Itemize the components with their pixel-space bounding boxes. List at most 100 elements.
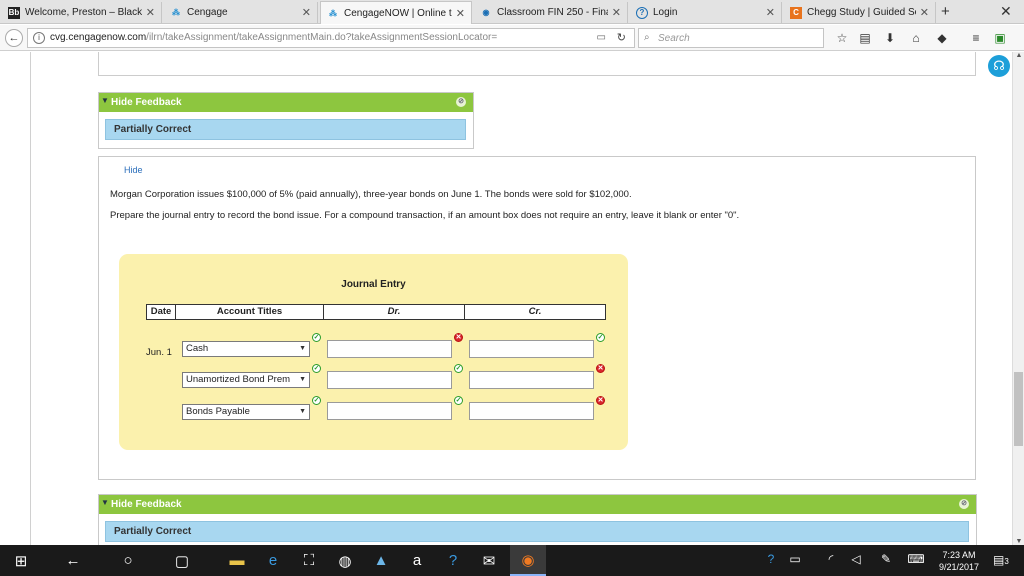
header-debit: Dr. bbox=[323, 304, 465, 320]
caret-down-icon: ▼ bbox=[101, 96, 109, 105]
incorrect-x-icon: ✕ bbox=[454, 333, 463, 342]
notification-center-icon[interactable]: ▤3 bbox=[993, 553, 1009, 567]
credit-input-row-2[interactable] bbox=[469, 371, 594, 389]
journal-entry-panel: Journal Entry Date Account Titles Dr. Cr… bbox=[119, 254, 628, 450]
debit-input-row-2[interactable] bbox=[327, 371, 452, 389]
store-icon[interactable]: ⛶ bbox=[298, 552, 320, 569]
scroll-down-icon[interactable]: ▼ bbox=[1013, 538, 1024, 545]
tab-cengage[interactable]: ⁂ Cengage ✕ bbox=[164, 2, 318, 23]
windows-start-icon[interactable]: ⊞ bbox=[10, 552, 32, 570]
close-icon[interactable]: ✕ bbox=[612, 6, 621, 19]
tab-blackboard[interactable]: Bb Welcome, Preston – Blackb ✕ bbox=[2, 2, 162, 23]
tab-login[interactable]: ? Login ✕ bbox=[630, 2, 782, 23]
reload-icon[interactable]: ↻ bbox=[617, 31, 626, 44]
mail-icon[interactable]: ✉ bbox=[478, 552, 500, 570]
caret-down-icon: ▼ bbox=[101, 498, 109, 507]
search-box[interactable]: ⌕ Search bbox=[638, 28, 824, 48]
debit-input-row-1[interactable] bbox=[327, 340, 452, 358]
back-arrow-icon[interactable]: ← bbox=[62, 552, 84, 569]
url-domain: cvg.cengagenow.com bbox=[50, 32, 147, 43]
feedback-status-label: Partially Correct bbox=[114, 526, 192, 537]
vertical-scrollbar[interactable]: ▲ ▼ bbox=[1012, 52, 1024, 545]
correct-check-icon: ✓ bbox=[454, 396, 463, 405]
photos-icon[interactable]: ▲ bbox=[370, 552, 392, 569]
tab-title: Classroom FIN 250 - Financ bbox=[497, 7, 608, 18]
scroll-up-icon[interactable]: ▲ bbox=[1013, 52, 1024, 59]
extension-icon[interactable]: ▣ bbox=[992, 31, 1008, 45]
close-icon[interactable]: ✕ bbox=[920, 6, 929, 19]
address-bar[interactable]: i cvg.cengagenow.com/ilrn/takeAssignment… bbox=[27, 28, 635, 48]
tab-classroom[interactable]: ◉ Classroom FIN 250 - Financ ✕ bbox=[474, 2, 628, 23]
search-placeholder: Search bbox=[658, 33, 690, 44]
search-icon: ⌕ bbox=[644, 32, 650, 43]
correct-check-icon: ✓ bbox=[454, 364, 463, 373]
question-box: Hide Morgan Corporation issues $100,000 … bbox=[98, 156, 976, 480]
header-date: Date bbox=[146, 304, 176, 320]
credit-input-row-1[interactable] bbox=[469, 340, 594, 358]
system-clock[interactable]: 7:23 AM 9/21/2017 bbox=[934, 549, 984, 573]
windows-taskbar: ⊞ ← ○ ▢ ▬ e ⛶ ◍ ▲ a ? ✉ ◉ ? ▭ ◜ ◁ ✎ ⌨ 7:… bbox=[0, 545, 1024, 576]
page-border bbox=[30, 52, 31, 545]
tab-chegg[interactable]: C Chegg Study | Guided Solut ✕ bbox=[784, 2, 936, 23]
feedback-status: Partially Correct bbox=[105, 119, 466, 140]
tab-title: Welcome, Preston – Blackb bbox=[25, 7, 142, 18]
feedback-header-label: Hide Feedback bbox=[111, 499, 182, 510]
tray-help-icon[interactable]: ? bbox=[760, 552, 782, 566]
classroom-icon: ◉ bbox=[482, 8, 490, 17]
close-icon[interactable]: ✕ bbox=[766, 6, 775, 19]
close-icon[interactable]: ✕ bbox=[456, 7, 465, 20]
firefox-icon[interactable]: ◉ bbox=[510, 545, 546, 576]
volume-icon[interactable]: ◁ bbox=[845, 552, 867, 566]
pocket-icon[interactable]: ◆ bbox=[934, 31, 950, 45]
task-view-icon[interactable]: ▢ bbox=[171, 552, 193, 570]
window-close-button[interactable]: ✕ bbox=[1000, 3, 1012, 20]
bookmark-star-icon[interactable]: ☆ bbox=[834, 31, 850, 45]
account-select-cash[interactable]: Cash ▼ bbox=[182, 341, 310, 357]
home-icon[interactable]: ⌂ bbox=[908, 31, 924, 45]
notification-count: 3 bbox=[1004, 557, 1009, 566]
debit-input-row-3[interactable] bbox=[327, 402, 452, 420]
hide-feedback-toggle[interactable]: ▼ Hide Feedback ⊘ bbox=[99, 93, 473, 112]
cortana-icon[interactable]: ○ bbox=[117, 552, 139, 569]
wifi-icon[interactable]: ◜ bbox=[820, 552, 842, 566]
menu-icon[interactable]: ≡ bbox=[968, 31, 984, 45]
account-select-bonds-payable[interactable]: Bonds Payable ▼ bbox=[182, 404, 310, 420]
tab-title: Login bbox=[653, 7, 678, 18]
amazon-icon[interactable]: a bbox=[406, 552, 428, 569]
close-icon[interactable]: ✕ bbox=[302, 6, 311, 19]
close-icon[interactable]: ✕ bbox=[146, 6, 155, 19]
hide-feedback-toggle[interactable]: ▼ Hide Feedback ⊘ bbox=[99, 495, 976, 514]
hp-icon[interactable]: ◍ bbox=[334, 552, 356, 570]
hide-link[interactable]: Hide bbox=[124, 165, 143, 175]
scrollbar-thumb[interactable] bbox=[1014, 372, 1023, 446]
account-select-unamortized-bond-premium[interactable]: Unamortized Bond Prem ▼ bbox=[182, 372, 310, 388]
help-icon[interactable]: ? bbox=[442, 552, 464, 569]
downloads-icon[interactable]: ⬇ bbox=[882, 31, 898, 45]
pin-icon[interactable]: ⊘ bbox=[456, 97, 466, 107]
page-viewport: ▼ Hide Feedback ⊘ Partially Correct Hide… bbox=[0, 52, 1024, 545]
info-icon[interactable]: i bbox=[33, 32, 45, 44]
bookmarks-list-icon[interactable]: ▤ bbox=[857, 31, 873, 45]
pen-icon[interactable]: ✎ bbox=[875, 552, 897, 566]
problem-text: Morgan Corporation issues $100,000 of 5%… bbox=[110, 189, 632, 200]
cengage-icon: ⁂ bbox=[329, 8, 337, 18]
entry-date: Jun. 1 bbox=[146, 347, 172, 358]
tab-cengagenow[interactable]: ⁂ CengageNOW | Online tea ✕ bbox=[320, 1, 472, 24]
pin-icon[interactable]: ⊘ bbox=[959, 499, 969, 509]
back-button[interactable]: ← bbox=[5, 29, 23, 47]
browser-tab-strip: Bb Welcome, Preston – Blackb ✕ ⁂ Cengage… bbox=[0, 0, 1024, 24]
new-tab-button[interactable]: + bbox=[941, 3, 950, 20]
keyboard-icon[interactable]: ⌨ bbox=[905, 552, 927, 566]
dropdown-arrow-icon: ▼ bbox=[299, 408, 306, 415]
support-headset-icon[interactable]: ☊ bbox=[988, 55, 1010, 77]
feedback-panel-bottom: ▼ Hide Feedback ⊘ Partially Correct bbox=[98, 494, 977, 545]
tab-title: Chegg Study | Guided Solut bbox=[807, 7, 916, 18]
credit-input-row-3[interactable] bbox=[469, 402, 594, 420]
file-explorer-icon[interactable]: ▬ bbox=[226, 552, 248, 569]
correct-check-icon: ✓ bbox=[312, 396, 321, 405]
reader-view-icon[interactable]: ▭ bbox=[597, 32, 606, 43]
tray-app-icon[interactable]: ▭ bbox=[784, 552, 806, 566]
edge-icon[interactable]: e bbox=[262, 552, 284, 569]
chegg-icon: C bbox=[790, 6, 802, 19]
dropdown-arrow-icon: ▼ bbox=[299, 345, 306, 352]
